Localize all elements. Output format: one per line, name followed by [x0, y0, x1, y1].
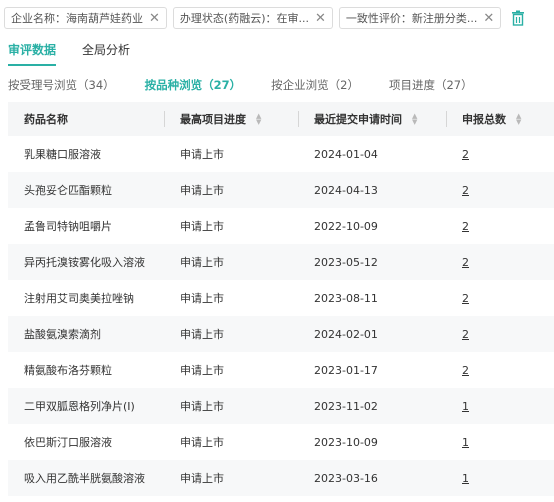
count-cell: 2 — [446, 256, 554, 269]
column-divider — [446, 111, 447, 127]
table-row: 乳果糖口服溶液 申请上市 2024-01-04 2 — [8, 136, 554, 172]
table-row: 头孢妥仑匹酯颗粒 申请上市 2024-04-13 2 — [8, 172, 554, 208]
drug-name: 盐酸氨溴索滴剂 — [24, 328, 101, 341]
count-cell: 1 — [446, 400, 554, 413]
table-row: 注射用艾司奥美拉唑钠 申请上市 2023-08-11 2 — [8, 280, 554, 316]
column-divider — [164, 111, 165, 127]
sub-tabs: 按受理号浏览（34） 按品种浏览（27） 按企业浏览（2） 项目进度（27） — [8, 77, 503, 93]
count-link[interactable]: 1 — [462, 436, 469, 449]
count-cell: 2 — [446, 328, 554, 341]
column-divider — [298, 111, 299, 127]
count-cell: 1 — [446, 436, 554, 449]
subtab-by-company[interactable]: 按企业浏览（2） — [271, 77, 359, 93]
column-header-label: 最近提交申请时间 — [314, 113, 402, 126]
table-row: 二甲双胍恩格列净片(Ⅰ) 申请上市 2023-11-02 1 — [8, 388, 554, 424]
count-cell: 2 — [446, 292, 554, 305]
close-icon[interactable]: ✕ — [483, 12, 494, 25]
sort-icon[interactable]: ▲ ▼ — [412, 113, 417, 126]
filter-chip-label: 办理状态(药融云)：在审... — [179, 12, 309, 25]
date-cell: 2022-10-09 — [314, 219, 378, 233]
progress-cell: 申请上市 — [180, 436, 224, 449]
subtab-project-progress[interactable]: 项目进度（27） — [389, 77, 473, 93]
column-header-drug-name: 药品名称 — [8, 102, 164, 136]
date-cell: 2024-02-01 — [314, 327, 378, 341]
table-row: 孟鲁司特钠咀嚼片 申请上市 2022-10-09 2 — [8, 208, 554, 244]
date-cell: 2023-08-11 — [314, 291, 378, 305]
count-link[interactable]: 2 — [462, 220, 469, 233]
date-cell: 2023-11-02 — [314, 399, 378, 413]
table-row: 盐酸氨溴索滴剂 申请上市 2024-02-01 2 — [8, 316, 554, 352]
filter-chip-label: 企业名称：海南葫芦娃药业 — [11, 12, 143, 25]
filter-chip-label: 一致性评价：新注册分类... — [345, 12, 478, 25]
date-cell: 2023-10-09 — [314, 435, 378, 449]
progress-cell: 申请上市 — [180, 184, 224, 197]
drug-table: 药品名称 最高项目进度 ▲ ▼ 最近提交申请时间 ▲ ▼ 申报总数 ▲ ▼ 乳果糖口服… — [8, 102, 554, 496]
close-icon[interactable]: ✕ — [149, 12, 160, 25]
tab-review-data[interactable]: 审评数据 — [8, 40, 57, 66]
count-link[interactable]: 2 — [462, 184, 469, 197]
column-header-total[interactable]: 申报总数 ▲ ▼ — [446, 102, 554, 136]
drug-name: 依巴斯汀口服溶液 — [24, 436, 112, 449]
filter-chip-consistency[interactable]: 一致性评价：新注册分类... ✕ — [338, 7, 502, 29]
count-cell: 2 — [446, 184, 554, 197]
sort-icon[interactable]: ▲ ▼ — [516, 113, 521, 126]
table-row: 精氨酸布洛芬颗粒 申请上市 2023-01-17 2 — [8, 352, 554, 388]
date-cell: 2024-04-13 — [314, 183, 378, 197]
drug-name: 乳果糖口服溶液 — [24, 148, 101, 161]
drug-name: 头孢妥仑匹酯颗粒 — [24, 184, 112, 197]
table-row: 异丙托溴铵雾化吸入溶液 申请上市 2023-05-12 2 — [8, 244, 554, 280]
table-row: 吸入用乙酰半胱氨酸溶液 申请上市 2023-03-16 1 — [8, 460, 554, 496]
count-cell: 2 — [446, 364, 554, 377]
column-header-latest-date[interactable]: 最近提交申请时间 ▲ ▼ — [298, 102, 446, 136]
count-link[interactable]: 1 — [462, 400, 469, 413]
progress-cell: 申请上市 — [180, 400, 224, 413]
count-cell: 1 — [446, 472, 554, 485]
filter-chip-company[interactable]: 企业名称：海南葫芦娃药业 ✕ — [4, 7, 167, 29]
progress-cell: 申请上市 — [180, 472, 224, 485]
count-link[interactable]: 2 — [462, 364, 469, 377]
sort-icon[interactable]: ▲ ▼ — [256, 113, 261, 126]
date-cell: 2024-01-04 — [314, 147, 378, 161]
progress-cell: 申请上市 — [180, 148, 224, 161]
table-header: 药品名称 最高项目进度 ▲ ▼ 最近提交申请时间 ▲ ▼ 申报总数 ▲ ▼ — [8, 102, 554, 136]
subtab-by-acceptance-no[interactable]: 按受理号浏览（34） — [8, 77, 115, 93]
progress-cell: 申请上市 — [180, 328, 224, 341]
progress-cell: 申请上市 — [180, 364, 224, 377]
count-cell: 2 — [446, 148, 554, 161]
count-link[interactable]: 2 — [462, 148, 469, 161]
tab-global-analysis[interactable]: 全局分析 — [82, 40, 130, 66]
column-header-label: 申报总数 — [462, 113, 506, 126]
filter-chip-status[interactable]: 办理状态(药融云)：在审... ✕ — [172, 7, 333, 29]
filter-bar: 企业名称：海南葫芦娃药业 ✕ 办理状态(药融云)：在审... ✕ 一致性评价：新… — [4, 7, 527, 29]
drug-name: 吸入用乙酰半胱氨酸溶液 — [24, 472, 145, 485]
drug-name: 异丙托溴铵雾化吸入溶液 — [24, 256, 145, 269]
column-header-progress[interactable]: 最高项目进度 ▲ ▼ — [164, 102, 298, 136]
progress-cell: 申请上市 — [180, 220, 224, 233]
date-cell: 2023-01-17 — [314, 363, 378, 377]
main-tabs: 审评数据 全局分析 — [8, 40, 156, 68]
trash-icon[interactable] — [509, 8, 527, 28]
count-link[interactable]: 2 — [462, 292, 469, 305]
drug-name: 注射用艾司奥美拉唑钠 — [24, 292, 134, 305]
column-header-label: 最高项目进度 — [180, 113, 246, 126]
date-cell: 2023-03-16 — [314, 471, 378, 485]
progress-cell: 申请上市 — [180, 256, 224, 269]
count-link[interactable]: 2 — [462, 328, 469, 341]
drug-name: 二甲双胍恩格列净片(Ⅰ) — [24, 400, 135, 413]
close-icon[interactable]: ✕ — [315, 12, 326, 25]
count-cell: 2 — [446, 220, 554, 233]
drug-name: 精氨酸布洛芬颗粒 — [24, 364, 112, 377]
progress-cell: 申请上市 — [180, 292, 224, 305]
count-link[interactable]: 1 — [462, 472, 469, 485]
table-row: 依巴斯汀口服溶液 申请上市 2023-10-09 1 — [8, 424, 554, 460]
count-link[interactable]: 2 — [462, 256, 469, 269]
date-cell: 2023-05-12 — [314, 255, 378, 269]
column-header-label: 药品名称 — [24, 113, 68, 126]
subtab-by-variety[interactable]: 按品种浏览（27） — [145, 77, 242, 93]
drug-name: 孟鲁司特钠咀嚼片 — [24, 220, 112, 233]
